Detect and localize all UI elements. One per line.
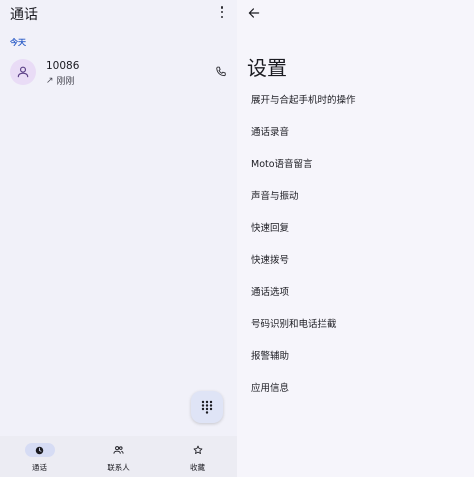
bottom-navigation: 通话 联系人 收藏 <box>0 436 237 477</box>
setting-label: 快速拨号 <box>251 255 290 266</box>
setting-app-info[interactable]: 应用信息 <box>237 375 474 399</box>
nav-item-calls[interactable]: 通话 <box>0 436 79 477</box>
nav-icon-holder <box>104 443 134 457</box>
dialpad-icon <box>201 400 213 414</box>
nav-label: 通话 <box>32 463 47 472</box>
settings-pane: 设置 展开与合起手机时的操作 通话录音 Moto语音留言 声音与振动 快速回复 … <box>237 0 474 477</box>
clock-icon <box>35 446 44 454</box>
setting-caller-id-blocking[interactable]: 号码识别和电话拦截 <box>237 311 474 335</box>
outgoing-arrow-icon: ↗ <box>46 75 54 86</box>
phone-icon[interactable] <box>214 65 228 79</box>
call-log-item[interactable]: 10086 ↗ 刚刚 <box>0 52 237 94</box>
nav-item-contacts[interactable]: 联系人 <box>79 436 158 477</box>
setting-label: 声音与振动 <box>251 191 299 202</box>
more-options-icon[interactable] <box>217 5 227 19</box>
setting-quick-reply[interactable]: 快速回复 <box>237 215 474 239</box>
setting-emergency-assist[interactable]: 报警辅助 <box>237 343 474 367</box>
call-number: 10086 <box>46 60 80 72</box>
setting-moto-voicemail[interactable]: Moto语音留言 <box>237 151 474 175</box>
setting-call-recording[interactable]: 通话录音 <box>237 119 474 143</box>
nav-label: 收藏 <box>190 463 205 472</box>
call-meta: ↗ 刚刚 <box>46 74 75 88</box>
call-time: 刚刚 <box>56 77 75 87</box>
setting-sound-vibration[interactable]: 声音与振动 <box>237 183 474 207</box>
back-arrow-icon[interactable] <box>247 6 261 20</box>
nav-item-favorites[interactable]: 收藏 <box>158 436 237 477</box>
section-header-today: 今天 <box>10 38 26 47</box>
setting-fold-actions[interactable]: 展开与合起手机时的操作 <box>237 87 474 111</box>
nav-label: 联系人 <box>107 463 130 472</box>
setting-label: 通话录音 <box>251 127 290 138</box>
setting-label: 展开与合起手机时的操作 <box>251 95 356 106</box>
page-title: 通话 <box>10 7 38 23</box>
avatar <box>10 59 36 85</box>
setting-label: 快速回复 <box>251 223 290 234</box>
setting-call-options[interactable]: 通话选项 <box>237 279 474 303</box>
call-log-pane: 通话 今天 10086 ↗ 刚刚 通话 联系人 收藏 <box>0 0 237 477</box>
setting-label: 通话选项 <box>251 287 290 298</box>
setting-label: 号码识别和电话拦截 <box>251 319 337 330</box>
setting-label: 报警辅助 <box>251 351 290 362</box>
people-icon <box>113 446 124 454</box>
setting-label: 应用信息 <box>251 383 290 394</box>
settings-title: 设置 <box>247 56 287 80</box>
star-icon <box>193 445 202 454</box>
dialpad-button[interactable] <box>191 391 223 423</box>
nav-icon-holder <box>183 443 213 457</box>
setting-speed-dial[interactable]: 快速拨号 <box>237 247 474 271</box>
nav-active-indicator <box>24 443 55 457</box>
setting-label: Moto语音留言 <box>251 159 313 170</box>
person-icon <box>17 66 29 78</box>
